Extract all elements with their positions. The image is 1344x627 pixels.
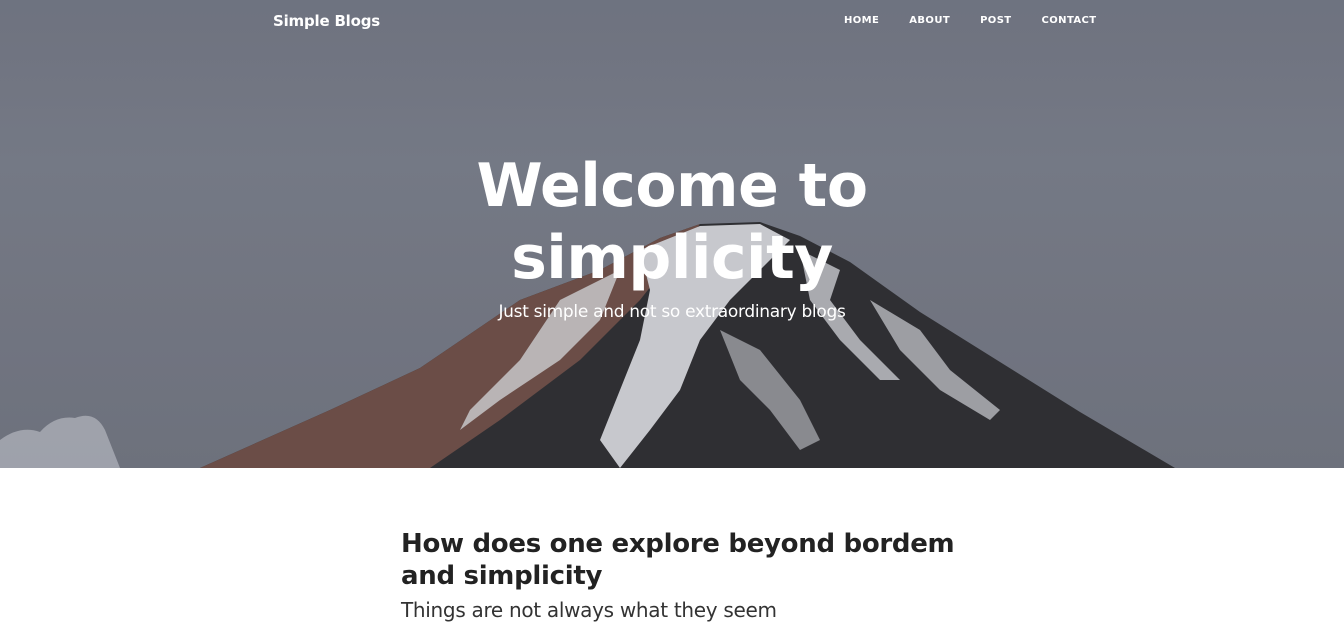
nav-links: HOME ABOUT POST CONTACT	[844, 15, 1097, 26]
hero-title-line2: simplicity	[511, 223, 833, 293]
post-title[interactable]: How does one explore beyond bordem and s…	[401, 528, 961, 592]
hero-title: Welcome to simplicity	[0, 150, 1344, 294]
post-preview[interactable]: How does one explore beyond bordem and s…	[401, 528, 961, 622]
brand-logo-link[interactable]: Simple Blogs	[273, 12, 380, 30]
nav-link-about[interactable]: ABOUT	[909, 15, 950, 26]
nav-link-post[interactable]: POST	[980, 15, 1011, 26]
hero-title-line1: Welcome to	[476, 151, 868, 221]
hero-subtitle: Just simple and not so extraordinary blo…	[498, 302, 846, 322]
nav-link-contact[interactable]: CONTACT	[1042, 15, 1097, 26]
top-navigation: Simple Blogs HOME ABOUT POST CONTACT	[0, 0, 1344, 44]
hero-section: Simple Blogs HOME ABOUT POST CONTACT Wel…	[0, 0, 1344, 468]
nav-link-home[interactable]: HOME	[844, 15, 879, 26]
hero-heading-block: Welcome to simplicity Just simple and no…	[0, 150, 1344, 322]
post-subtitle: Things are not always what they seem	[401, 598, 777, 622]
